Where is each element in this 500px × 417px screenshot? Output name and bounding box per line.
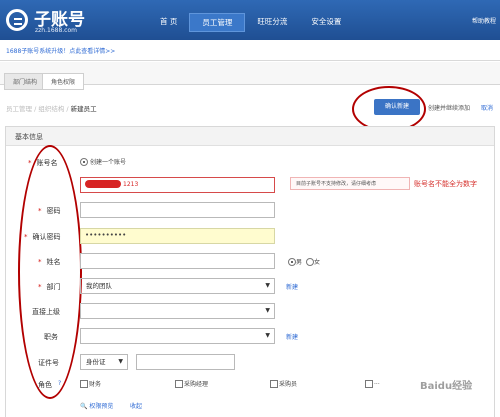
create-account-option: 创建一个账号 bbox=[90, 159, 127, 166]
job-new-link[interactable]: 新建 bbox=[286, 332, 298, 341]
password-label: * 密码 bbox=[38, 207, 61, 215]
collapse-link[interactable]: 收起 bbox=[130, 401, 142, 410]
create-continue-button[interactable]: 创建并继续添加 bbox=[428, 103, 470, 112]
name-label: * 姓名 bbox=[38, 258, 61, 266]
department-label: * 部门 bbox=[38, 283, 61, 291]
brand-domain: zzh.1688.com bbox=[35, 27, 77, 34]
role-more: ... bbox=[374, 379, 380, 386]
id-type-select[interactable]: 身份证 ▼ bbox=[80, 354, 128, 370]
tab-roles[interactable]: 角色权限 bbox=[42, 73, 85, 90]
tab-bar: 部门结构 角色权限 bbox=[0, 62, 500, 90]
confirm-password-label: * 确认密码 bbox=[24, 233, 61, 241]
nav-security[interactable]: 安全设置 bbox=[299, 13, 353, 32]
role-checkbox-purchase-manager[interactable] bbox=[175, 380, 183, 388]
panel-header: 基本信息 bbox=[6, 127, 494, 146]
main-nav: 首 页 员工管理 旺旺分流 安全设置 bbox=[148, 13, 353, 32]
role-checkbox-finance[interactable] bbox=[80, 380, 88, 388]
gender-female-radio[interactable] bbox=[306, 258, 314, 266]
logo-icon bbox=[6, 9, 28, 31]
top-header: 子账号 zzh.1688.com 首 页 员工管理 旺旺分流 安全设置 帮助教程 bbox=[0, 0, 500, 40]
account-tip: 目前子账号不支持修改，请仔细考虑 bbox=[290, 177, 410, 190]
name-input[interactable] bbox=[80, 253, 275, 269]
chevron-down-icon: ▼ bbox=[265, 282, 270, 289]
chevron-down-icon: ▼ bbox=[265, 332, 270, 339]
account-name-input[interactable]: 1213 bbox=[80, 177, 275, 193]
role-buyer: 采购员 bbox=[279, 381, 298, 388]
create-account-radio[interactable] bbox=[80, 158, 88, 166]
breadcrumb: 员工管理 / 组织结构 / 新建员工 bbox=[6, 105, 97, 113]
department-select[interactable]: 我的团队 ▼ bbox=[80, 278, 275, 294]
chevron-down-icon: ▼ bbox=[118, 358, 123, 365]
role-checkbox-buyer[interactable] bbox=[270, 380, 278, 388]
id-label: 证件号 bbox=[38, 359, 59, 367]
gender-male-label: 男 bbox=[296, 259, 303, 266]
role-checkbox-more[interactable] bbox=[365, 380, 373, 388]
tab-departments[interactable]: 部门结构 bbox=[4, 73, 47, 90]
cancel-link[interactable]: 取消 bbox=[481, 103, 493, 112]
gender-female-label: 女 bbox=[314, 259, 321, 266]
confirm-create-button[interactable]: 确认新建 bbox=[374, 99, 420, 115]
permission-preview-link[interactable]: 🔍 权限预览 bbox=[80, 401, 113, 410]
job-label: 职务 bbox=[44, 333, 58, 341]
department-new-link[interactable]: 新建 bbox=[286, 282, 298, 291]
breadcrumb-current: 新建员工 bbox=[70, 105, 97, 113]
id-number-input[interactable] bbox=[136, 354, 235, 370]
chevron-down-icon: ▼ bbox=[265, 307, 270, 314]
password-input[interactable] bbox=[80, 202, 275, 218]
section-title: 基本信息 bbox=[15, 133, 43, 141]
nav-home[interactable]: 首 页 bbox=[148, 13, 189, 32]
gender-male-radio[interactable] bbox=[288, 258, 296, 266]
notice-link[interactable]: 1688子账号系统升级！点此查看详情>> bbox=[6, 46, 115, 55]
nav-staff[interactable]: 员工管理 bbox=[189, 13, 246, 32]
account-error: 账号名不能全为数字 bbox=[414, 180, 477, 188]
watermark: Baidu经验 bbox=[420, 381, 473, 392]
job-select[interactable]: ▼ bbox=[80, 328, 275, 344]
superior-select[interactable]: ▼ bbox=[80, 303, 275, 319]
breadcrumb-org[interactable]: 组织结构 bbox=[38, 105, 64, 113]
account-label: * 账号名 bbox=[28, 159, 58, 167]
confirm-password-input[interactable]: •••••••••• bbox=[80, 228, 275, 244]
redacted-mark bbox=[85, 180, 121, 188]
role-finance: 财务 bbox=[89, 381, 102, 388]
superior-label: 直接上级 bbox=[32, 308, 60, 316]
help-link[interactable]: 帮助教程 bbox=[472, 16, 496, 25]
role-label: 角色 bbox=[38, 381, 52, 389]
role-purchase-manager: 采购经理 bbox=[184, 381, 209, 388]
help-icon[interactable]: ? bbox=[58, 380, 61, 387]
nav-wangwang[interactable]: 旺旺分流 bbox=[245, 13, 299, 32]
breadcrumb-staff[interactable]: 员工管理 bbox=[6, 105, 32, 113]
notice-bar: 1688子账号系统升级！点此查看详情>> bbox=[0, 40, 500, 61]
